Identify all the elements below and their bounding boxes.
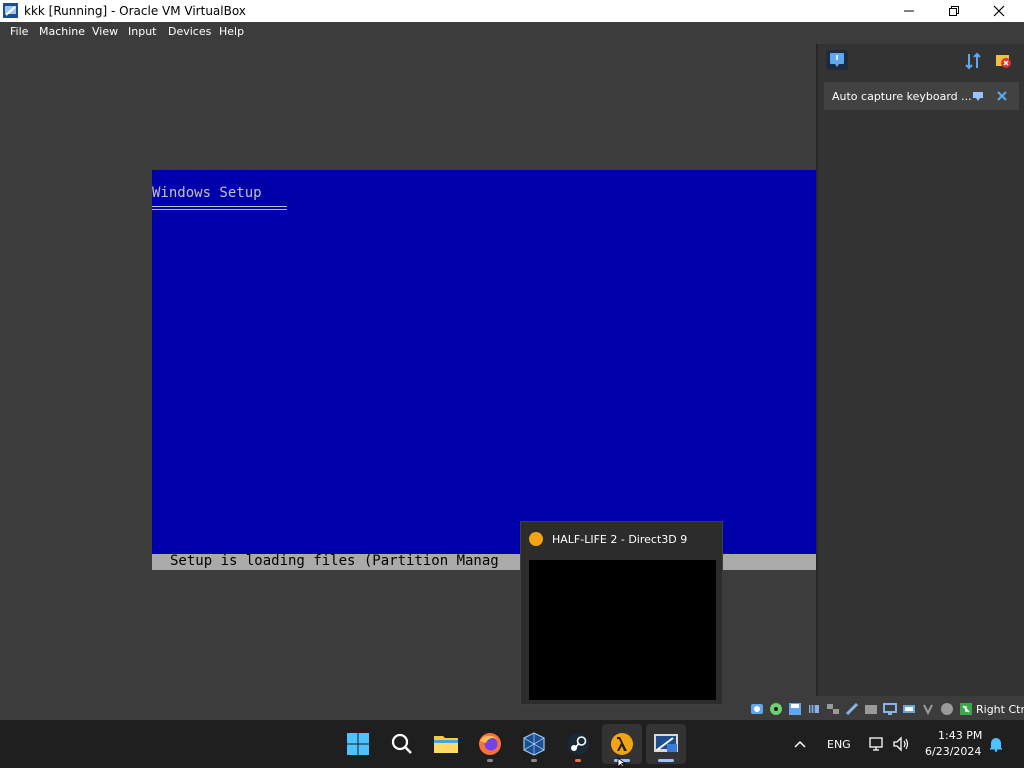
notification-panel: Auto capture keyboard ...: [816, 44, 1024, 696]
message-icon: [830, 53, 844, 67]
display-icon[interactable]: [883, 702, 897, 716]
pin-icon[interactable]: [972, 90, 984, 102]
title-bar: kkk [Running] - Oracle VM VirtualBox: [0, 0, 1024, 22]
running-indicator: [575, 759, 581, 762]
menu-machine[interactable]: Machine: [39, 25, 85, 38]
notification-settings-icon: [996, 55, 1011, 68]
start-button[interactable]: [338, 724, 378, 764]
chevron-up-icon[interactable]: [794, 739, 806, 749]
menu-help[interactable]: Help: [219, 25, 244, 38]
virtualbox-app-icon: [3, 3, 18, 18]
close-notice-icon[interactable]: [996, 90, 1008, 102]
clock-date[interactable]: 6/23/2024: [925, 745, 981, 758]
running-indicator: [658, 759, 674, 762]
floppy-icon[interactable]: [788, 702, 802, 716]
search-button[interactable]: [382, 724, 422, 764]
popup-title: HALF-LIFE 2 - Direct3D 9: [552, 533, 688, 546]
cpu-icon[interactable]: [940, 702, 954, 716]
menu-bar: File Machine View Input Devices Help: [0, 22, 1024, 42]
menu-devices[interactable]: Devices: [168, 25, 211, 38]
taskbar-thumbnail-popup[interactable]: HALF-LIFE 2 - Direct3D 9: [520, 521, 723, 705]
sort-button[interactable]: [964, 52, 982, 70]
notification-center-button[interactable]: [826, 50, 848, 70]
running-indicator: [487, 759, 493, 762]
start-icon: [347, 733, 369, 755]
virtualbox-button[interactable]: [514, 724, 554, 764]
video-capture-icon[interactable]: [902, 702, 916, 716]
restore-icon: [949, 6, 959, 16]
menu-view[interactable]: View: [92, 25, 118, 38]
maximize-button[interactable]: [931, 0, 977, 22]
hard-disk-icon[interactable]: [750, 702, 764, 716]
window-title: kkk [Running] - Oracle VM VirtualBox: [24, 4, 246, 18]
menu-file[interactable]: File: [10, 25, 28, 38]
usb-icon[interactable]: [845, 702, 859, 716]
window-preview[interactable]: [529, 560, 716, 700]
close-button[interactable]: [976, 0, 1022, 22]
optical-drive-icon[interactable]: [769, 702, 783, 716]
recording-icon[interactable]: [921, 702, 935, 716]
file-explorer-button[interactable]: [426, 724, 466, 764]
virtualbox-vm-button[interactable]: [646, 724, 686, 764]
network-icon[interactable]: [826, 702, 840, 716]
setup-title: Windows Setup: [152, 185, 262, 201]
setup-title-underline: [152, 206, 287, 210]
virtualbox-icon: [523, 732, 545, 756]
firefox-icon: [479, 733, 501, 755]
toggle-notifications-button[interactable]: [994, 52, 1012, 70]
half-life-2-icon: [611, 733, 633, 755]
minimize-button[interactable]: [886, 0, 932, 22]
running-indicator: [531, 759, 537, 762]
mouse-cursor-icon: [617, 757, 627, 768]
setup-status-text: Setup is loading files (Partition Manag: [170, 553, 499, 569]
mouse-integration-icon[interactable]: [959, 702, 973, 716]
search-icon: [391, 733, 412, 754]
host-key-label: Right Ctrl: [976, 703, 1024, 716]
clock-time[interactable]: 1:43 PM: [938, 729, 982, 742]
notice-text: Auto capture keyboard ...: [832, 90, 972, 103]
vm-status-icons: Right Ctrl: [748, 700, 1024, 720]
vm-screen[interactable]: [152, 170, 816, 554]
network-tray-icon[interactable]: [868, 736, 886, 752]
steam-button[interactable]: [558, 724, 598, 764]
steam-icon: [567, 733, 589, 755]
menu-input[interactable]: Input: [128, 25, 156, 38]
virtualbox-vm-xp-icon: [654, 734, 678, 752]
notification-bell-icon[interactable]: [988, 736, 1004, 752]
close-icon: [993, 5, 1005, 17]
half-life-2-icon: [529, 532, 543, 546]
shared-folders-icon[interactable]: [864, 702, 878, 716]
volume-icon[interactable]: [892, 736, 910, 752]
minimize-icon: [904, 10, 914, 12]
file-explorer-icon: [434, 736, 458, 753]
audio-icon[interactable]: [807, 702, 821, 716]
auto-capture-notice[interactable]: Auto capture keyboard ...: [824, 82, 1019, 110]
taskbar: ENG 1:43 PM 6/23/2024: [0, 720, 1024, 768]
sort-icon: [965, 52, 981, 70]
language-indicator[interactable]: ENG: [827, 738, 851, 751]
firefox-button[interactable]: [470, 724, 510, 764]
